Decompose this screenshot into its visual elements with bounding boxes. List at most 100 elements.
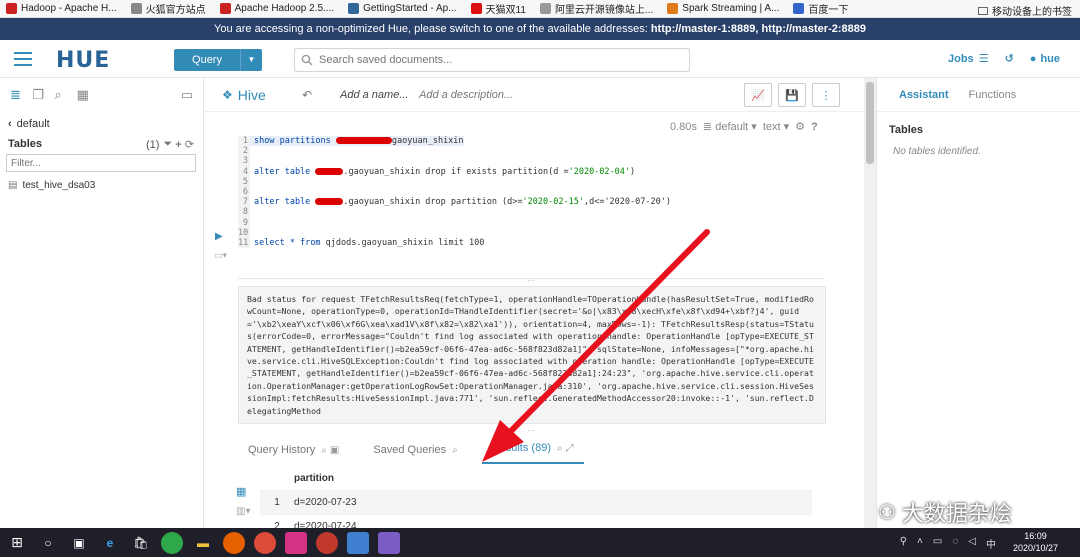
search-icon[interactable]: ⌕: [321, 445, 327, 456]
store-icon[interactable]: 🛍: [130, 532, 152, 554]
expand-icon[interactable]: ⤢: [566, 443, 574, 454]
history-button[interactable]: ↺: [1005, 52, 1014, 65]
windows-start-icon[interactable]: ⊞: [6, 532, 28, 554]
code-editor[interactable]: 1 show partitions gaoyuan_shixin 2 3 4 alter …: [238, 136, 824, 252]
editor-resizer[interactable]: ···: [238, 277, 824, 285]
more-button[interactable]: ⋮: [812, 83, 840, 107]
database-selector[interactable]: ≣ default ▾: [703, 120, 757, 133]
people-icon[interactable]: ⚲: [900, 536, 907, 551]
mobile-bookmarks[interactable]: 移动设备上的书签: [978, 3, 1072, 18]
save-button[interactable]: 💾: [778, 83, 806, 107]
task-view-icon[interactable]: ▣: [68, 532, 90, 554]
scrollbar-thumb[interactable]: [866, 82, 874, 164]
bookmark-item[interactable]: 阿里云开源镜像站上...: [539, 1, 653, 16]
caret-down-icon[interactable]: ▼: [240, 49, 262, 71]
resizer[interactable]: ···: [238, 426, 824, 435]
edge-icon[interactable]: e: [99, 532, 121, 554]
code-line[interactable]: 4 alter table .gaoyuan_shixin drop if exi…: [238, 166, 824, 177]
add-description-field[interactable]: Add a description...: [419, 89, 513, 101]
tab-query-history[interactable]: Query History ⌕ ▣: [238, 444, 349, 464]
table-row[interactable]: 1 d=2020-07-23: [260, 490, 812, 514]
jobs-button[interactable]: Jobs ☰: [948, 52, 989, 66]
volume-icon[interactable]: ◁: [968, 536, 976, 551]
bookmark-item[interactable]: Spark Streaming | A...: [667, 3, 779, 14]
refresh-icon[interactable]: ⟳: [185, 138, 194, 151]
tab-saved-queries[interactable]: Saved Queries ⌕: [363, 444, 467, 464]
tab-assistant[interactable]: Assistant: [899, 89, 949, 101]
ime-icon[interactable]: 中: [986, 536, 996, 551]
bookmark-item[interactable]: Apache Hadoop 2.5....: [219, 3, 334, 14]
search-box[interactable]: [294, 48, 690, 72]
undo-icon[interactable]: ↶: [302, 88, 312, 102]
grid-icon[interactable]: ▦: [77, 88, 90, 102]
app-blue-icon[interactable]: [347, 531, 369, 554]
documents-icon[interactable]: ❐: [32, 88, 45, 102]
table-item[interactable]: ▤ test_hive_dsa03: [8, 180, 95, 191]
database-breadcrumb[interactable]: ‹ default: [8, 118, 50, 130]
search-icon[interactable]: ○: [37, 532, 59, 554]
inbox-icon[interactable]: ▭: [181, 88, 194, 102]
code-line[interactable]: 8: [238, 207, 824, 218]
code-text: show partitions gaoyuan_shixin: [250, 136, 464, 147]
bookmark-item[interactable]: 天猫双11: [470, 1, 526, 16]
code-line[interactable]: 3: [238, 156, 824, 167]
query-button[interactable]: Query ▼: [174, 49, 262, 71]
column-header[interactable]: partition: [260, 468, 812, 490]
bookmark-item[interactable]: 百度一下: [793, 1, 848, 16]
battery-icon[interactable]: ▭: [933, 536, 942, 551]
app-purple-icon[interactable]: [378, 531, 400, 554]
sql-text: ): [630, 166, 636, 177]
code-line[interactable]: 6: [238, 186, 824, 198]
app-green-icon[interactable]: [161, 531, 183, 554]
database-icon[interactable]: ≣: [10, 88, 23, 102]
snippet-icon[interactable]: ▭▾: [214, 250, 227, 261]
search-icon[interactable]: ⌕: [452, 445, 458, 456]
banner-links[interactable]: http://master-1:8889, http://master-2:88…: [651, 23, 866, 35]
calendar-icon[interactable]: ▣: [330, 445, 339, 456]
chevron-up-icon[interactable]: ˄: [917, 536, 923, 551]
system-clock[interactable]: 16:09 2020/10/27: [1013, 530, 1058, 554]
table-filter-input[interactable]: [6, 154, 196, 172]
chevron-left-icon[interactable]: ‹: [8, 118, 12, 130]
plus-icon[interactable]: +: [175, 139, 181, 151]
chart-button[interactable]: 📈: [744, 83, 772, 107]
run-icon[interactable]: ▶: [215, 231, 223, 242]
code-line[interactable]: 5: [238, 176, 824, 187]
non-optimized-banner: You are accessing a non-optimized Hue, p…: [0, 18, 1080, 40]
hue-logo[interactable]: HUE: [56, 48, 110, 73]
settings-icon[interactable]: ⚙: [795, 120, 805, 133]
code-line[interactable]: 1 show partitions gaoyuan_shixin: [238, 136, 824, 147]
search-icon[interactable]: ⌕: [557, 443, 563, 454]
firefox-icon[interactable]: [223, 531, 245, 554]
user-menu[interactable]: ● hue: [1030, 53, 1060, 65]
help-icon[interactable]: ?: [811, 121, 818, 133]
tab-results[interactable]: Results (89) ⌕ ⤢: [481, 442, 584, 464]
folder-icon[interactable]: ▬: [192, 532, 214, 554]
bookmark-item[interactable]: Hadoop - Apache H...: [6, 3, 117, 14]
vertical-scrollbar[interactable]: [864, 78, 876, 528]
execution-bar: 0.80s ≣ default ▾ text ▾ ⚙ ?: [664, 120, 818, 134]
bookmark-item[interactable]: 火狐官方站点: [130, 1, 206, 16]
bookmark-item[interactable]: GettingStarted - Ap...: [348, 3, 457, 14]
code-line[interactable]: 9: [238, 217, 824, 228]
code-line[interactable]: 7 alter table .gaoyuan_shixin drop partit…: [238, 197, 824, 208]
search-input[interactable]: [319, 54, 679, 66]
redaction-mark: [335, 137, 392, 144]
chrome-icon[interactable]: [254, 531, 276, 554]
grid-view-icon[interactable]: ▦: [236, 485, 246, 498]
code-line[interactable]: 2: [238, 146, 824, 157]
code-line[interactable]: 10: [238, 227, 824, 238]
add-name-field[interactable]: Add a name...: [340, 89, 409, 101]
hamburger-menu-icon[interactable]: [14, 52, 32, 66]
execution-time: 0.80s: [670, 120, 697, 133]
tab-functions[interactable]: Functions: [969, 89, 1017, 101]
format-selector[interactable]: text ▾: [763, 120, 789, 133]
redis-icon[interactable]: [316, 531, 338, 554]
chart-view-icon[interactable]: ▥▾: [236, 506, 250, 517]
code-line[interactable]: 11 select * from qjdods.gaoyuan_shixin li…: [238, 237, 824, 249]
search-tables-icon[interactable]: ⌕: [54, 88, 67, 102]
filter-icon[interactable]: ⏷: [163, 138, 172, 151]
intellij-icon[interactable]: [285, 531, 307, 554]
network-icon[interactable]: ◌: [952, 536, 958, 551]
